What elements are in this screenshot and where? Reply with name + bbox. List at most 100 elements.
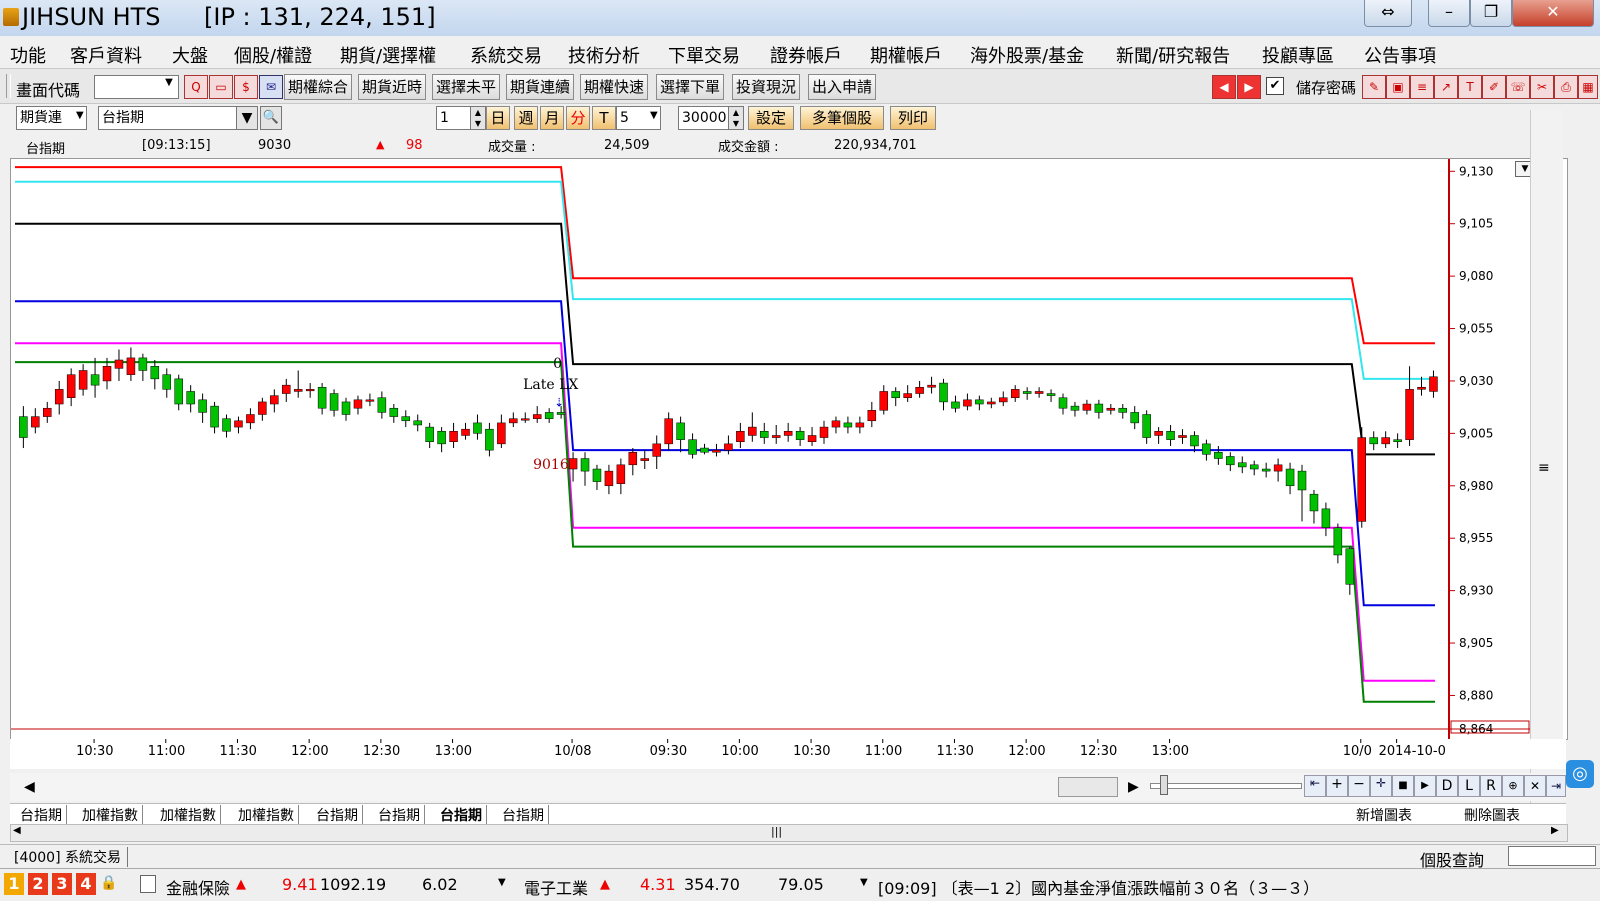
stock-query-input[interactable] (1508, 846, 1596, 866)
maximize-button[interactable]: ❐ (1470, 0, 1512, 27)
crosshair-icon[interactable]: ✛ (1370, 775, 1392, 797)
toolbar-button[interactable]: 期貨連續 (506, 74, 575, 100)
zoom-out-minus-icon[interactable]: − (1348, 775, 1370, 797)
menu-item[interactable]: 新聞/研究報告 (1116, 42, 1230, 68)
period-button[interactable]: 月 (540, 106, 564, 130)
chart-canvas[interactable]: 9,130 9,105 9,080 9,055 9,030 9,005 8,980 8,955… (11, 159, 1567, 739)
market-dropdown-icon[interactable]: ▼ (76, 110, 84, 121)
menu-item[interactable]: 海外股票/基金 (970, 42, 1084, 68)
text-icon[interactable]: T (1458, 75, 1482, 99)
chart-tab[interactable]: 加權指數 (82, 805, 143, 825)
bars-spinner-icon[interactable]: ▲ ▼ (728, 106, 744, 130)
menu-item[interactable]: 系統交易 (470, 42, 542, 68)
zoom-in-plus-icon[interactable]: + (1326, 775, 1348, 797)
menu-item[interactable]: 技術分析 (568, 42, 640, 68)
bars-input[interactable]: 30000 (678, 106, 729, 130)
pen-icon[interactable]: ✎ (1362, 75, 1386, 99)
chart-tab[interactable]: 台指期 (20, 805, 67, 825)
search-icon[interactable]: Q (184, 75, 208, 99)
scrollbar-left-icon[interactable]: ◀ (13, 825, 21, 836)
window-icon[interactable]: ▣ (1386, 75, 1410, 99)
ticker2-dropdown-icon[interactable]: ▼ (860, 877, 868, 888)
lock-icon[interactable]: 🔒 (100, 875, 117, 891)
toolbar-button[interactable]: 選擇下單 (656, 74, 725, 100)
symbol-dropdown-icon[interactable]: ▼ (236, 106, 258, 130)
ticker1-dropdown-icon[interactable]: ▼ (498, 877, 506, 888)
toolbar-button[interactable]: 出入申請 (808, 74, 877, 100)
toolbar-button[interactable]: 投資現況 (732, 74, 801, 100)
nav-letter-button[interactable]: R (1480, 775, 1502, 797)
menu-item[interactable]: 公告事項 (1364, 42, 1436, 68)
calculator-icon[interactable]: $ (234, 75, 258, 99)
chart-tab[interactable]: 加權指數 (238, 805, 299, 825)
chart-icon[interactable]: ↗ (1434, 75, 1458, 99)
symbol-input[interactable]: 台指期 (98, 106, 239, 130)
scrollbar-right-icon[interactable]: ▶ (1551, 825, 1559, 836)
menu-item[interactable]: 下單交易 (668, 42, 740, 68)
magnify-icon[interactable]: ⊕ (1502, 775, 1524, 797)
interval-dropdown-icon[interactable]: ▼ (650, 110, 658, 121)
chart-option-button[interactable]: 多筆個股 (800, 106, 884, 130)
news-headline[interactable]: [09:09] 〔表—1 2〕國內基金淨值漲跌幅前３０名（３—３） (878, 875, 1594, 899)
chart-tab[interactable]: 台指期 (440, 805, 487, 825)
period-button[interactable]: 分 (566, 106, 590, 130)
nav-first-icon[interactable]: ⇤ (1304, 775, 1326, 797)
chart-action-button[interactable]: 新增圖表 (1356, 805, 1412, 825)
count-spinner-icon[interactable]: ▲ ▼ (470, 106, 486, 130)
message-icon[interactable]: ☏ (1506, 75, 1530, 99)
stop-icon[interactable]: ■ (1392, 775, 1414, 797)
menu-item[interactable]: 期權帳戶 (870, 42, 942, 68)
scroll-left-icon[interactable]: ◀ (24, 779, 35, 795)
play-icon[interactable]: ▶ (1414, 775, 1436, 797)
price-chart[interactable]: 9,130 9,105 9,080 9,055 9,030 9,005 8,980 8,955… (10, 158, 1568, 740)
chart-tab[interactable]: 台指期 (502, 805, 549, 825)
horizontal-scrollbar[interactable]: ◀ ||| ▶ (10, 824, 1568, 842)
period-button[interactable]: 日 (486, 106, 510, 130)
chart-tab[interactable]: 加權指數 (160, 805, 221, 825)
chart-tab[interactable]: 台指期 (378, 805, 425, 825)
toolbar-button[interactable]: 選擇未平 (432, 74, 501, 100)
side-panel-toggle-icon[interactable]: ◎ (1566, 760, 1594, 788)
menu-item[interactable]: 期貨/選擇權 (340, 42, 436, 68)
restore-size-button[interactable]: ⇔ (1364, 0, 1412, 27)
nav-last-icon[interactable]: ⇥ (1546, 775, 1566, 797)
menu-item[interactable]: 投顧專區 (1262, 42, 1334, 68)
mail-icon[interactable]: ✉ (259, 75, 283, 99)
tools-icon[interactable]: ✂ (1530, 75, 1554, 99)
chart-action-button[interactable]: 刪除圖表 (1464, 805, 1520, 825)
close-button[interactable]: ✕ (1512, 0, 1594, 27)
menu-item[interactable]: 客戶資料 (70, 42, 142, 68)
count-input[interactable]: 1 (436, 106, 471, 130)
menu-item[interactable]: 個股/權證 (234, 42, 312, 68)
ticker-page-tab[interactable]: 3 (52, 873, 72, 895)
scrollbar-grip-icon[interactable]: ||| (771, 825, 782, 838)
save-password-checkbox[interactable]: ✔ (1266, 77, 1284, 95)
menu-item[interactable]: 功能 (10, 42, 46, 68)
scroll-right-icon[interactable]: ▶ (1128, 779, 1139, 795)
chart-tab[interactable]: 台指期 (316, 805, 363, 825)
arrow-left-icon[interactable]: ◀ (1212, 75, 1236, 99)
scroll-grip-icon[interactable]: ≡ (1538, 460, 1556, 482)
list-icon[interactable]: ≡ (1410, 75, 1434, 99)
arrow-right-icon[interactable]: ▶ (1237, 75, 1261, 99)
menu-item[interactable]: 大盤 (172, 42, 208, 68)
printer-icon[interactable]: ⎙ (1554, 75, 1578, 99)
nav-letter-button[interactable]: L (1458, 775, 1480, 797)
minimize-button[interactable]: – (1428, 0, 1470, 27)
grid-icon[interactable]: ▦ (1578, 75, 1598, 99)
folder-icon[interactable]: ▭ (209, 75, 233, 99)
zoom-slider-thumb[interactable] (1160, 775, 1168, 795)
screen-code-dropdown-icon[interactable]: ▼ (162, 77, 176, 95)
ticker-page-tab[interactable]: 2 (28, 873, 48, 895)
toolbar-button[interactable]: 期貨近時 (358, 74, 427, 100)
zoom-box[interactable] (1058, 777, 1118, 797)
period-button[interactable]: 週 (514, 106, 538, 130)
chart-option-button[interactable]: 設定 (748, 106, 794, 130)
chart-option-button[interactable]: 列印 (890, 106, 936, 130)
close-chart-icon[interactable]: ✕ (1524, 775, 1546, 797)
ticker-page-tab[interactable]: 4 (76, 873, 96, 895)
zoom-slider[interactable] (1150, 783, 1302, 789)
period-button[interactable]: T (592, 106, 616, 130)
nav-letter-button[interactable]: D (1436, 775, 1458, 797)
ticker-checkbox[interactable] (140, 875, 156, 893)
